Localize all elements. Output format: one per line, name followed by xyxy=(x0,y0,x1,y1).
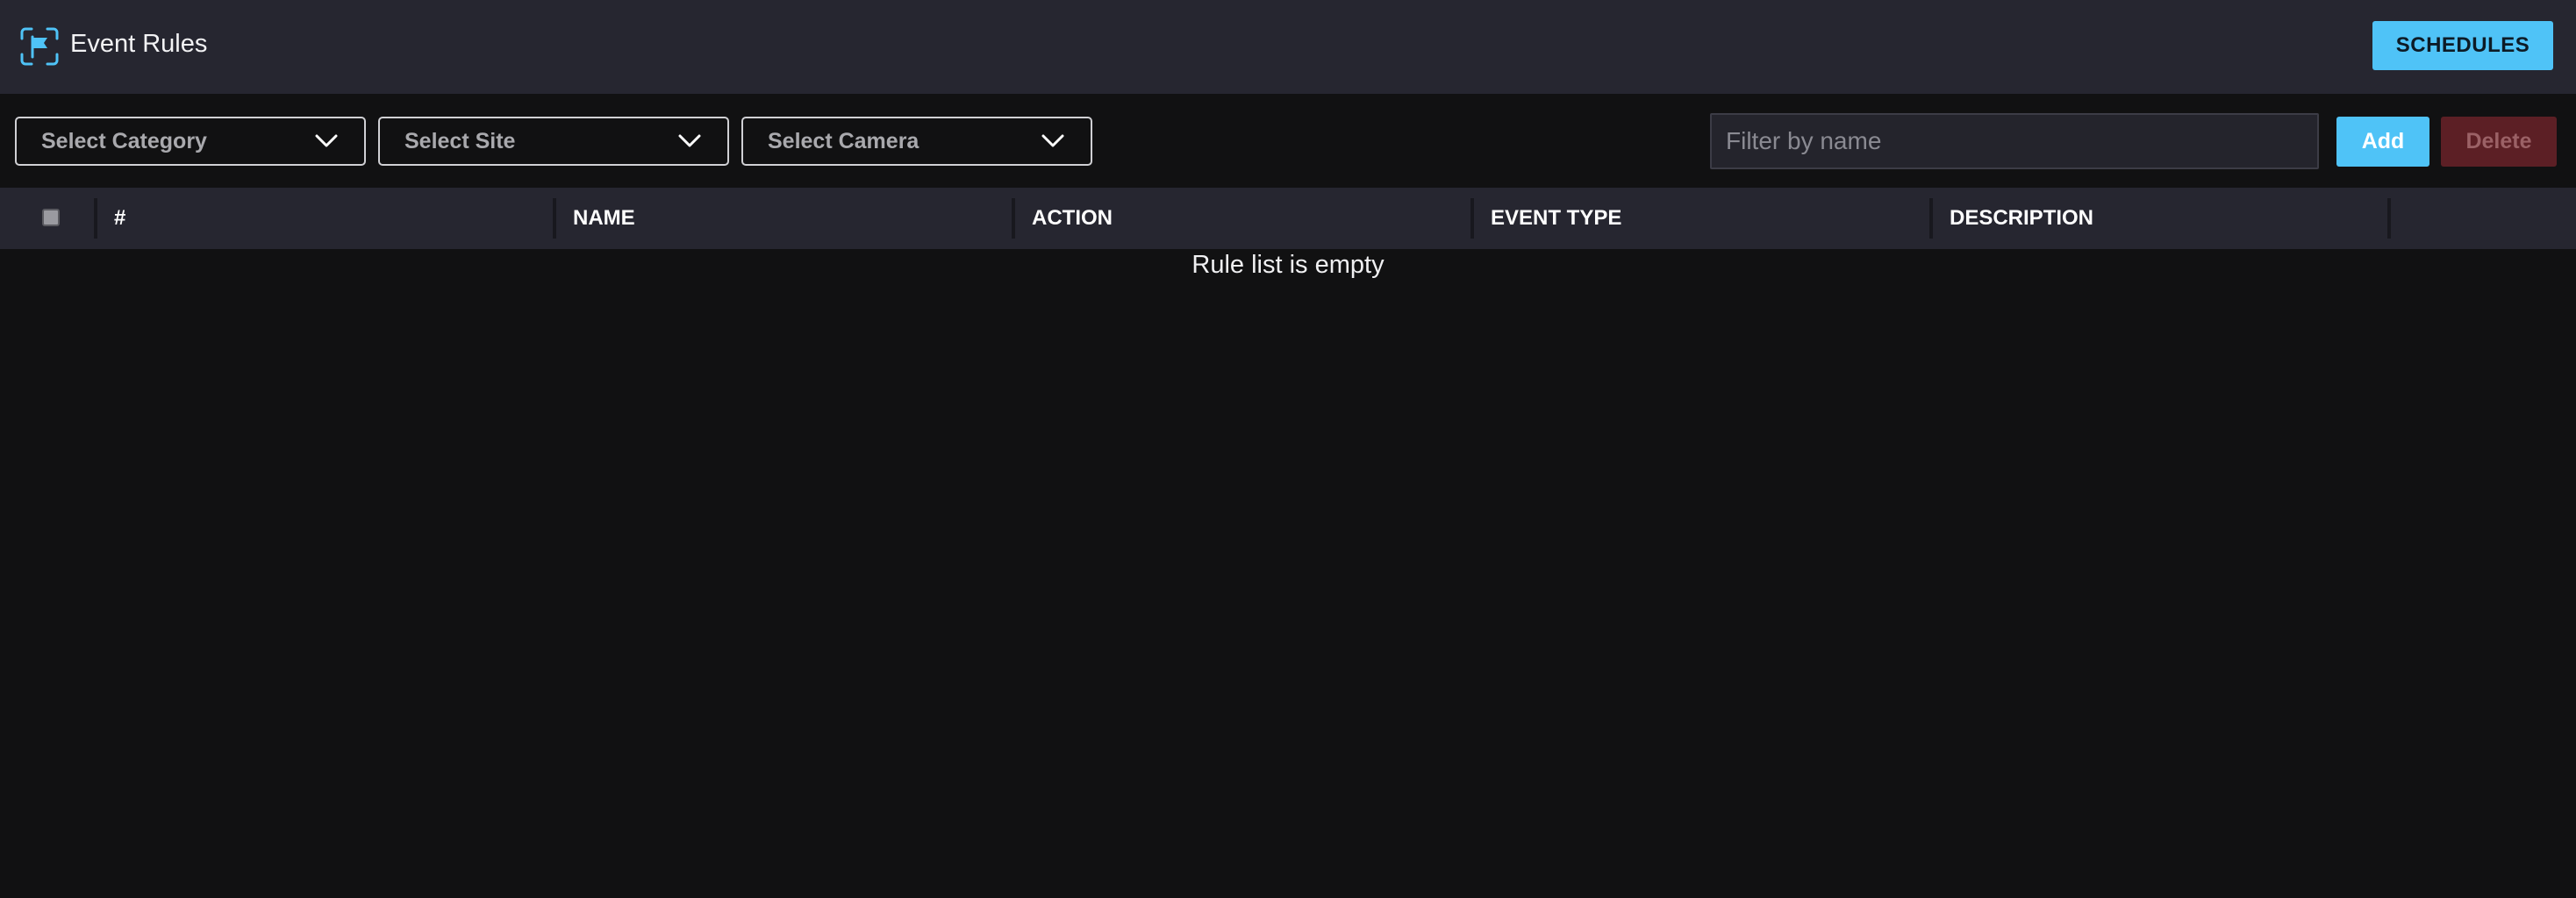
filter-toolbar: Select Category Select Site Select Camer… xyxy=(0,94,2576,188)
column-header-description[interactable]: DESCRIPTION xyxy=(1950,188,2093,249)
select-all-checkbox[interactable] xyxy=(42,209,60,226)
column-resize-handle[interactable] xyxy=(94,198,97,239)
rules-table-header: # NAME ACTION EVENT TYPE DESCRIPTION xyxy=(0,188,2576,249)
site-select-label: Select Site xyxy=(404,129,516,153)
column-header-action[interactable]: ACTION xyxy=(1032,188,1113,249)
filter-by-name-input[interactable] xyxy=(1710,113,2319,169)
chevron-down-icon xyxy=(678,134,701,147)
column-resize-handle[interactable] xyxy=(1470,198,1474,239)
column-resize-handle[interactable] xyxy=(553,198,556,239)
delete-button[interactable]: Delete xyxy=(2441,117,2557,167)
column-resize-handle[interactable] xyxy=(2387,198,2391,239)
column-header-event-type[interactable]: EVENT TYPE xyxy=(1491,188,1621,249)
column-resize-handle[interactable] xyxy=(1929,198,1933,239)
category-select-label: Select Category xyxy=(41,129,207,153)
empty-list-message: Rule list is empty xyxy=(1191,251,1385,279)
column-header-name[interactable]: NAME xyxy=(573,188,635,249)
add-button[interactable]: Add xyxy=(2336,117,2429,167)
camera-select[interactable]: Select Camera xyxy=(741,117,1092,166)
camera-select-label: Select Camera xyxy=(768,129,919,153)
chevron-down-icon xyxy=(1041,134,1064,147)
app-header: Event Rules SCHEDULES xyxy=(0,0,2576,94)
column-header-number[interactable]: # xyxy=(114,188,125,249)
page-title: Event Rules xyxy=(70,30,208,58)
flag-scan-icon xyxy=(20,27,59,66)
site-select[interactable]: Select Site xyxy=(378,117,729,166)
chevron-down-icon xyxy=(315,134,338,147)
schedules-button[interactable]: SCHEDULES xyxy=(2372,21,2553,70)
category-select[interactable]: Select Category xyxy=(15,117,366,166)
column-resize-handle[interactable] xyxy=(1012,198,1015,239)
